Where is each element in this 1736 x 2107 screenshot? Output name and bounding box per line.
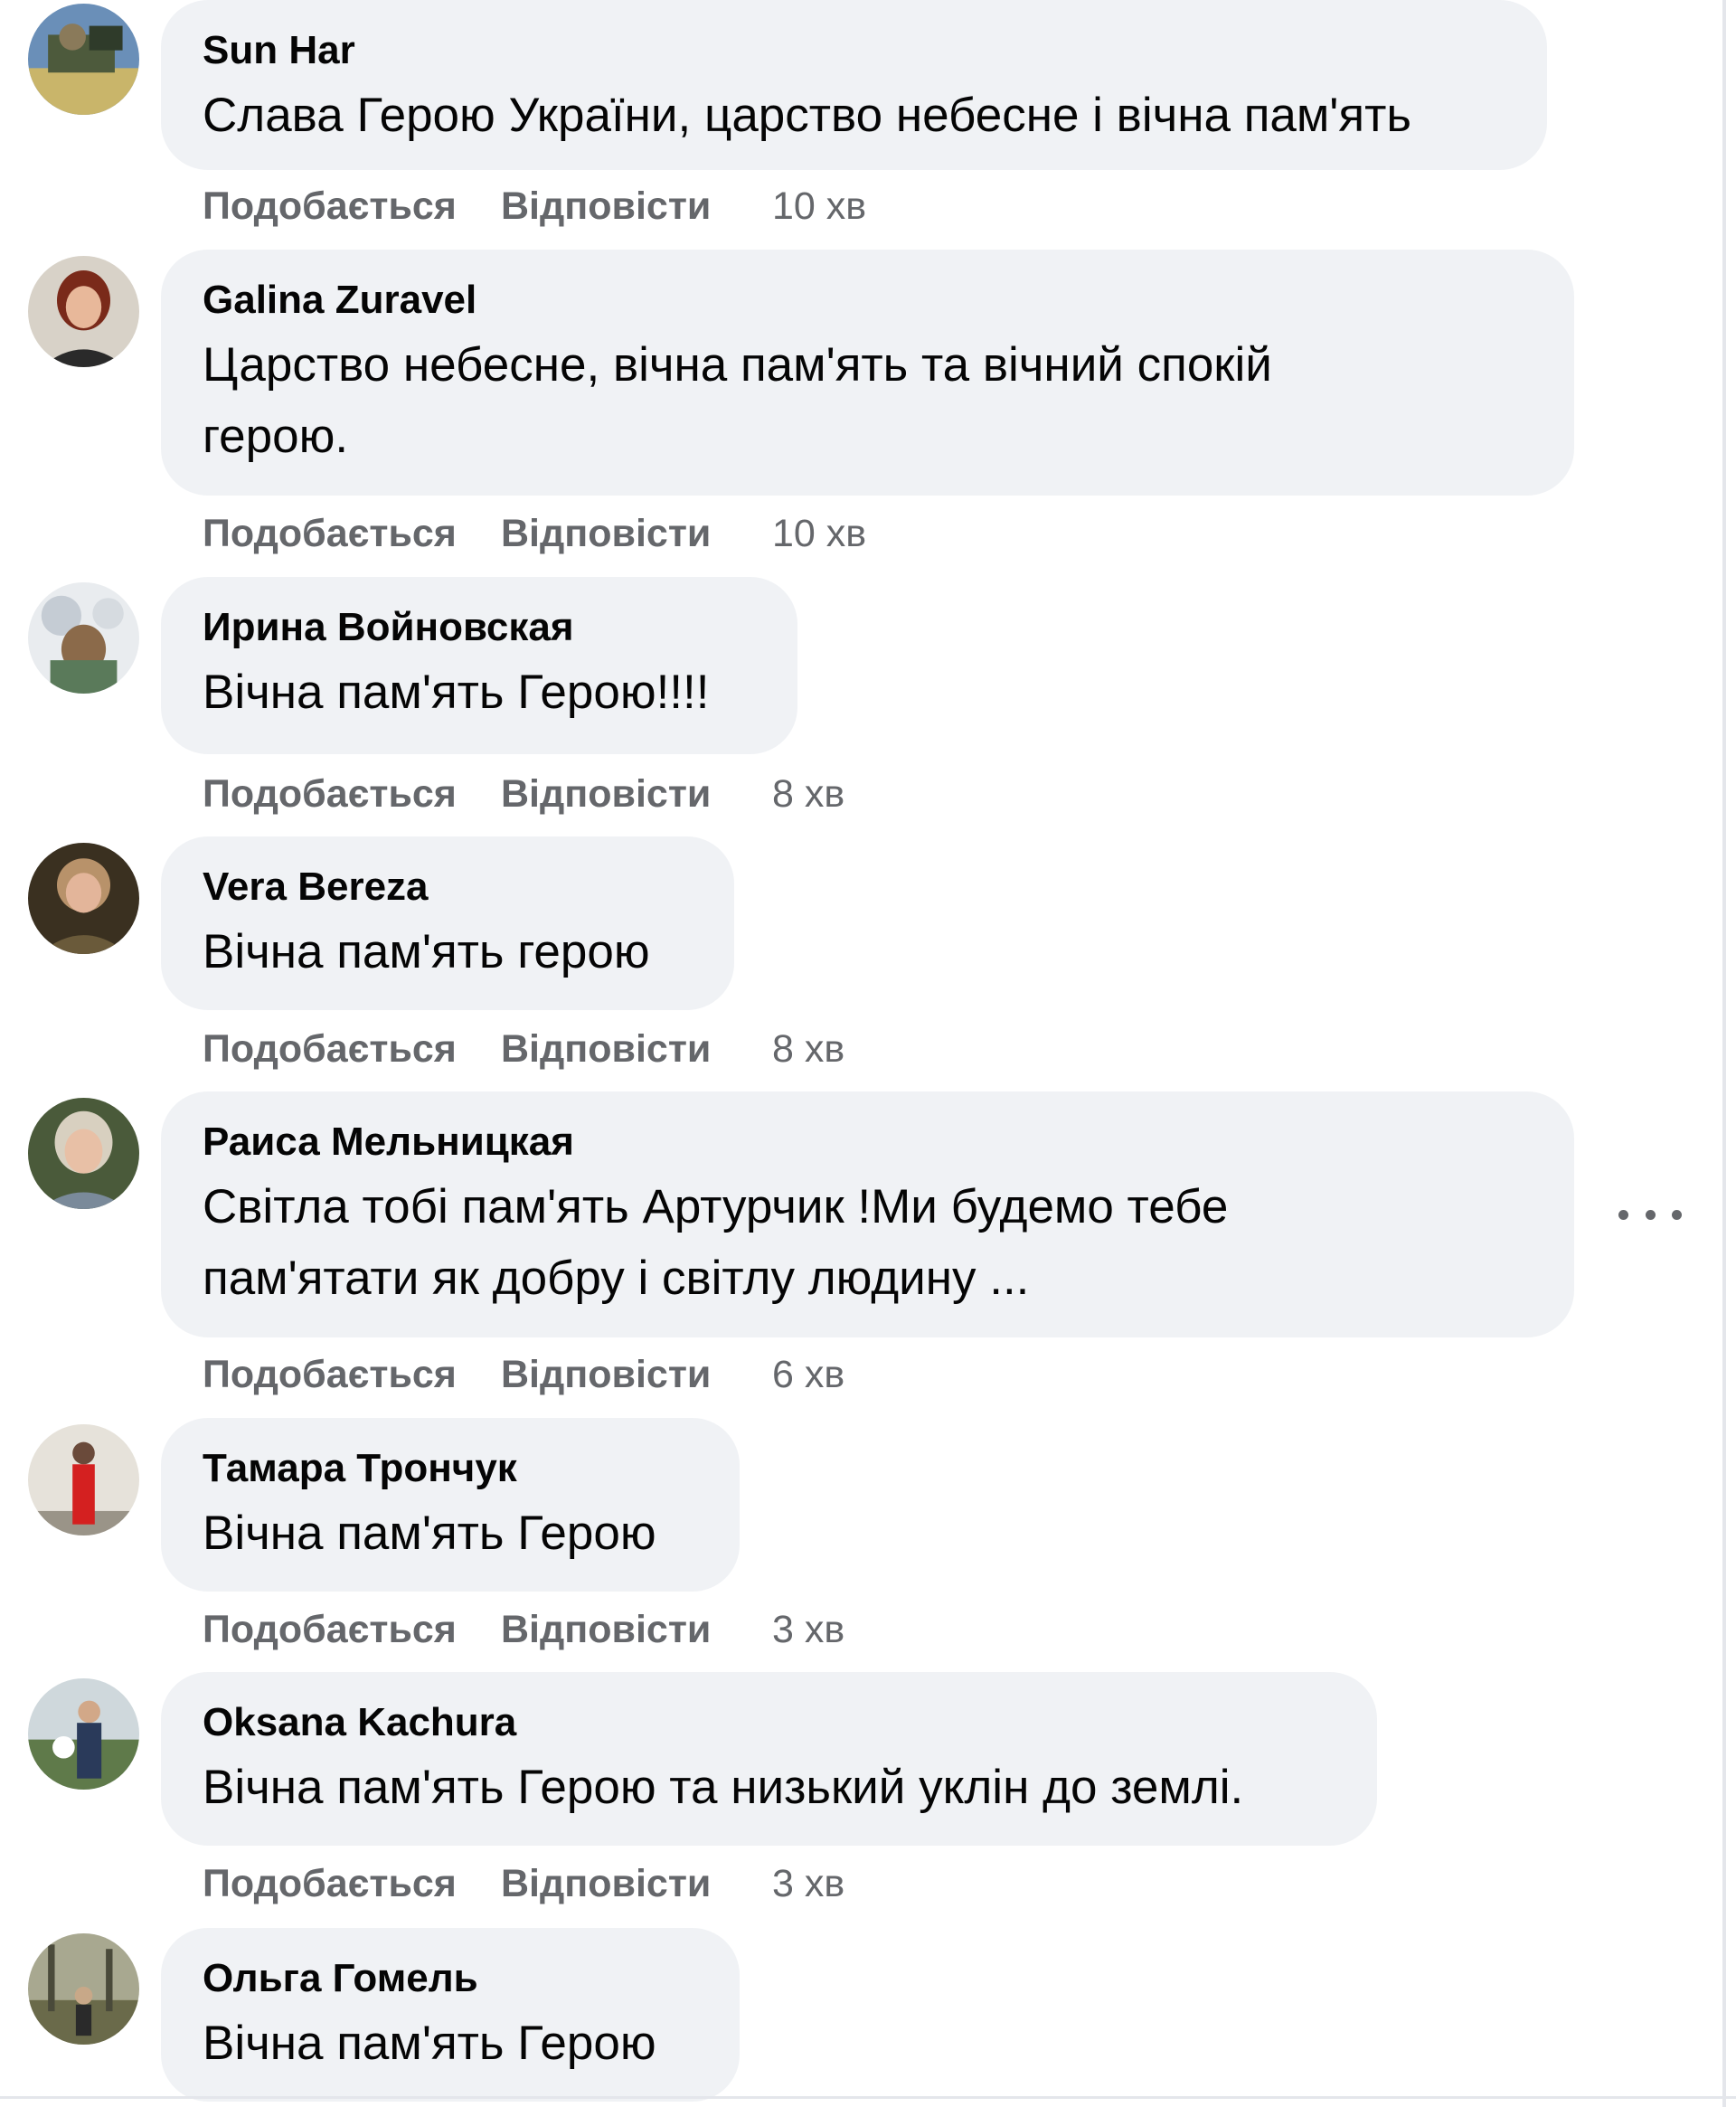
- comment-bubble: Ирина Войновская Вічна пам'ять Герою!!!!: [161, 577, 797, 754]
- avatar-galina-zuravel[interactable]: [28, 256, 139, 367]
- like-button[interactable]: Подобається: [203, 1022, 501, 1076]
- avatar-image: [28, 4, 139, 115]
- avatar-image: [28, 1098, 139, 1209]
- comment-author[interactable]: Ольга Гомель: [203, 1953, 700, 2004]
- comment-bubble: Тамара Трончук Вічна пам'ять Герою: [161, 1418, 740, 1592]
- comment-text: Вічна пам'ять Герою: [203, 2017, 656, 2070]
- avatar-image: [28, 1424, 139, 1535]
- comment-timestamp[interactable]: 3 хв: [772, 1602, 844, 1657]
- comment-timestamp[interactable]: 8 хв: [772, 767, 844, 821]
- avatar-raisa-melnitskaya[interactable]: [28, 1098, 139, 1209]
- reply-button[interactable]: Відповісти: [501, 767, 772, 821]
- comment-text: Світла тобі пам'ять Артурчик !Ми будемо …: [203, 1180, 1229, 1305]
- like-button[interactable]: Подобається: [203, 179, 501, 233]
- reply-button[interactable]: Відповісти: [501, 1347, 772, 1402]
- like-button[interactable]: Подобається: [203, 767, 501, 821]
- like-button[interactable]: Подобається: [203, 1347, 501, 1402]
- comment-author[interactable]: Раиса Мельницкая: [203, 1117, 1534, 1167]
- comment-author[interactable]: Vera Bereza: [203, 862, 694, 912]
- panel-border-right: [1722, 0, 1726, 2107]
- comment-author[interactable]: Oksana Kachura: [203, 1697, 1337, 1748]
- comment-bubble: Sun Har Слава Герою України, царство неб…: [161, 0, 1547, 170]
- comment-text: Слава Герою України, царство небесне і в…: [203, 89, 1412, 142]
- avatar-image: [28, 1933, 139, 2045]
- comment-actions: Подобається Відповісти 10 хв: [203, 179, 866, 233]
- avatar-vera-bereza[interactable]: [28, 843, 139, 954]
- comment-author[interactable]: Sun Har: [203, 25, 1507, 76]
- more-options-button[interactable]: [1618, 1192, 1682, 1237]
- avatar-image: [28, 256, 139, 367]
- comment-timestamp[interactable]: 10 хв: [772, 179, 866, 233]
- like-button[interactable]: Подобається: [203, 1602, 501, 1657]
- comment-author[interactable]: Galina Zuravel: [203, 275, 1534, 326]
- comment-bubble: Ольга Гомель Вічна пам'ять Герою: [161, 1928, 740, 2102]
- comments-panel: Sun Har Слава Герою України, царство неб…: [0, 0, 1736, 2107]
- more-horizontal-icon: [1645, 1209, 1656, 1220]
- comment-text: Царство небесне, вічна пам'ять та вічний…: [203, 338, 1272, 463]
- reply-button[interactable]: Відповісти: [501, 506, 772, 561]
- reply-button[interactable]: Відповісти: [501, 179, 772, 233]
- comment-text: Вічна пам'ять Герою: [203, 1507, 656, 1560]
- more-horizontal-icon: [1672, 1209, 1682, 1220]
- reply-button[interactable]: Відповісти: [501, 1022, 772, 1076]
- comment-actions: Подобається Відповісти 3 хв: [203, 1602, 844, 1657]
- avatar-olga-gomel[interactable]: [28, 1933, 139, 2045]
- panel-border-bottom: [0, 2096, 1736, 2099]
- avatar-image: [28, 582, 139, 694]
- avatar-tamara-tronchuk[interactable]: [28, 1424, 139, 1535]
- comment-actions: Подобається Відповісти 8 хв: [203, 767, 844, 821]
- comment-text: Вічна пам'ять герою: [203, 925, 650, 978]
- comment-bubble: Oksana Kachura Вічна пам'ять Герою та ни…: [161, 1672, 1377, 1846]
- comment-timestamp[interactable]: 3 хв: [772, 1857, 844, 1911]
- reply-button[interactable]: Відповісти: [501, 1857, 772, 1911]
- like-button[interactable]: Подобається: [203, 506, 501, 561]
- avatar-sun-har[interactable]: [28, 4, 139, 115]
- comment-actions: Подобається Відповісти 3 хв: [203, 1857, 844, 1911]
- comment-actions: Подобається Відповісти 10 хв: [203, 506, 866, 561]
- comment-text: Вічна пам'ять Герою!!!!: [203, 666, 710, 719]
- comment-actions: Подобається Відповісти 6 хв: [203, 1347, 844, 1402]
- comment-author[interactable]: Тамара Трончук: [203, 1443, 700, 1494]
- comment-bubble: Galina Zuravel Царство небесне, вічна па…: [161, 250, 1574, 496]
- avatar-irina-voynovskaya[interactable]: [28, 582, 139, 694]
- comment-author[interactable]: Ирина Войновская: [203, 602, 758, 653]
- comment-bubble: Раиса Мельницкая Світла тобі пам'ять Арт…: [161, 1091, 1574, 1337]
- comment-actions: Подобається Відповісти 8 хв: [203, 1022, 844, 1076]
- reply-button[interactable]: Відповісти: [501, 1602, 772, 1657]
- comment-timestamp[interactable]: 8 хв: [772, 1022, 844, 1076]
- comment-timestamp[interactable]: 10 хв: [772, 506, 866, 561]
- avatar-image: [28, 1678, 139, 1790]
- comment-bubble: Vera Bereza Вічна пам'ять герою: [161, 836, 734, 1010]
- comment-text: Вічна пам'ять Герою та низький уклін до …: [203, 1761, 1244, 1814]
- avatar-oksana-kachura[interactable]: [28, 1678, 139, 1790]
- avatar-image: [28, 843, 139, 954]
- more-horizontal-icon: [1618, 1209, 1628, 1220]
- like-button[interactable]: Подобається: [203, 1857, 501, 1911]
- comment-timestamp[interactable]: 6 хв: [772, 1347, 844, 1402]
